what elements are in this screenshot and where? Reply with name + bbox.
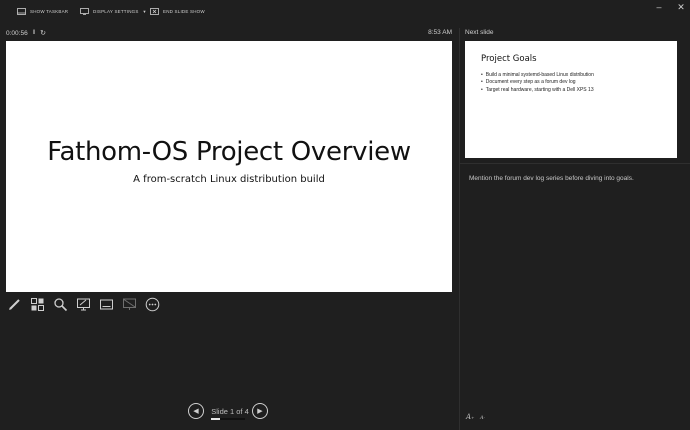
slide-counter[interactable]: Slide 1 of 4	[210, 407, 250, 416]
next-slide-bullet: Build a minimal systemd-based Linux dist…	[481, 72, 594, 79]
see-all-slides-button[interactable]	[29, 296, 46, 313]
minimize-button[interactable]: –	[650, 0, 668, 14]
pen-tool-button[interactable]	[6, 296, 23, 313]
minimize-icon: –	[656, 2, 662, 12]
decrease-font-button[interactable]: A-	[480, 415, 485, 421]
pointer-screen-button[interactable]	[75, 296, 92, 313]
zoom-icon	[54, 297, 68, 311]
slide-subtitle: A from-scratch Linux distribution build	[133, 174, 325, 185]
slide-progress-bar	[211, 418, 245, 420]
slide-progress-fill	[211, 418, 220, 420]
next-slide-bullet: Document every step as a forum dev log	[481, 79, 594, 86]
zoom-button[interactable]	[52, 296, 69, 313]
reset-icon[interactable]: ↻	[40, 29, 46, 37]
end-slide-show-button[interactable]: END SLIDE SHOW	[150, 6, 205, 16]
previous-icon: ◀	[193, 408, 199, 415]
taskbar-icon	[17, 7, 26, 15]
previous-slide-button[interactable]: ◀	[188, 403, 204, 419]
pointer-screen-icon	[77, 298, 90, 310]
next-slide-preview[interactable]: Project Goals Build a minimal systemd-ba…	[465, 41, 677, 158]
close-icon: ✕	[677, 1, 685, 12]
presenter-toolbar: SHOW TASKBAR DISPLAY SETTINGS ▼ END SLID…	[0, 0, 690, 22]
speaker-notes[interactable]: Mention the forum dev log series before …	[469, 174, 683, 183]
more-options-button[interactable]	[144, 296, 161, 313]
next-slide-bullet: Target real hardware, starting with a De…	[481, 87, 594, 94]
next-slide-bullets: Build a minimal systemd-based Linux dist…	[481, 72, 594, 94]
subtitles-button[interactable]	[98, 296, 115, 313]
next-icon: ▶	[257, 408, 263, 415]
see-all-slides-icon	[31, 297, 44, 311]
black-screen-icon	[123, 298, 136, 310]
next-slide-title: Project Goals	[481, 54, 537, 64]
minus-icon: -	[483, 415, 485, 420]
more-options-icon	[145, 297, 160, 311]
timer-value: 0:00:56	[6, 29, 28, 37]
pause-icon[interactable]: ‖	[33, 30, 35, 36]
presentation-timer: 0:00:56 ‖ ↻	[6, 29, 46, 38]
black-screen-button[interactable]	[121, 296, 138, 313]
current-time: 8:53 AM	[428, 29, 452, 36]
display-icon	[80, 7, 89, 15]
pane-divider[interactable]	[459, 28, 460, 430]
current-slide[interactable]: Fathom-OS Project Overview A from-scratc…	[6, 41, 452, 292]
chevron-down-icon: ▼	[142, 8, 147, 14]
subtitles-icon	[100, 299, 113, 309]
display-settings-button[interactable]: DISPLAY SETTINGS ▼	[80, 6, 147, 16]
end-slide-show-label: END SLIDE SHOW	[163, 8, 205, 14]
pen-icon	[9, 298, 20, 310]
display-settings-label: DISPLAY SETTINGS	[93, 8, 139, 14]
increase-font-button[interactable]: A+	[466, 413, 474, 421]
next-slide-label: Next slide	[465, 29, 494, 36]
end-show-icon	[150, 7, 159, 15]
presenter-tools	[6, 294, 161, 314]
slide-title: Fathom-OS Project Overview	[47, 137, 411, 167]
close-button[interactable]: ✕	[672, 0, 690, 14]
notes-divider[interactable]	[460, 163, 690, 164]
show-taskbar-label: SHOW TASKBAR	[30, 8, 69, 14]
slide-navigation: ◀ Slide 1 of 4 ▶	[188, 403, 270, 421]
show-taskbar-button[interactable]: SHOW TASKBAR	[17, 6, 68, 16]
plus-icon: +	[471, 415, 475, 420]
next-slide-button[interactable]: ▶	[252, 403, 268, 419]
